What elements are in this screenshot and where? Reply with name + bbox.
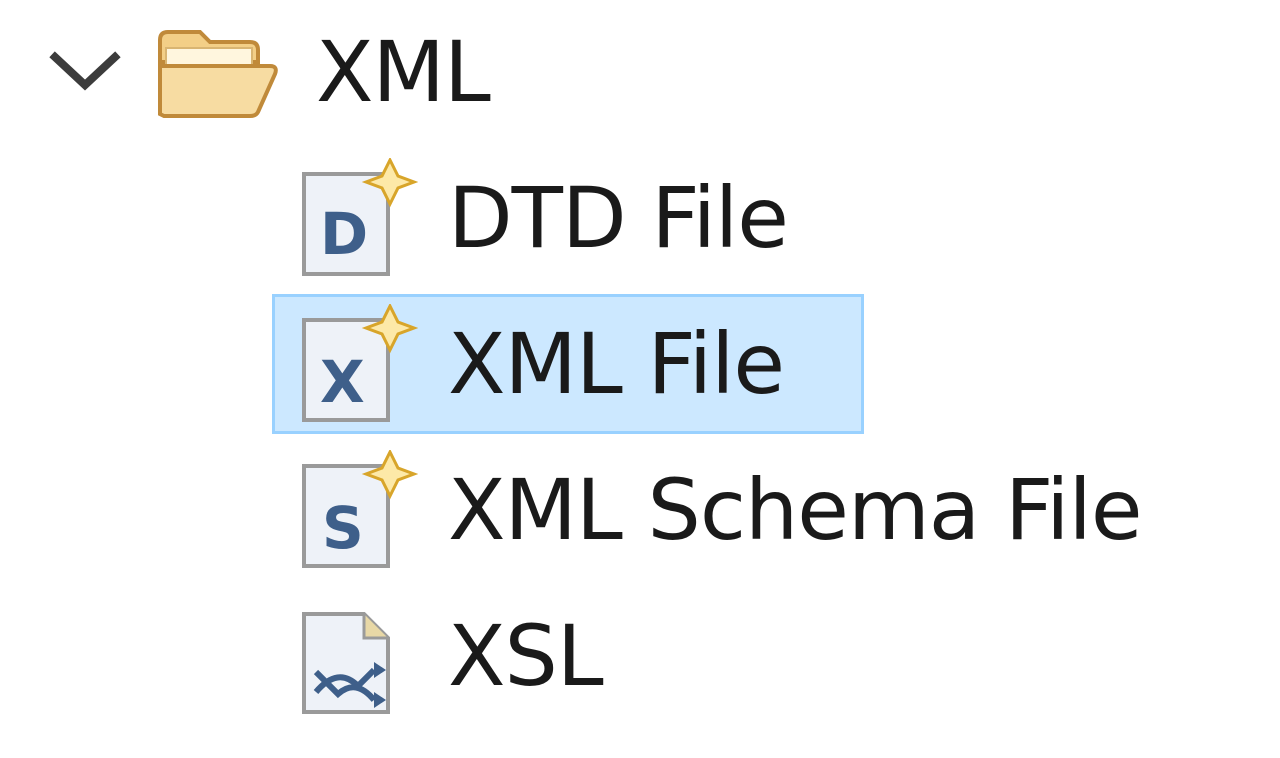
tree-item-xml-file[interactable]: X XML File bbox=[272, 294, 864, 434]
xml-schema-file-icon: S bbox=[298, 448, 419, 570]
svg-text:D: D bbox=[320, 200, 368, 268]
xsl-file-icon bbox=[298, 596, 418, 716]
xml-file-icon: X bbox=[298, 302, 419, 424]
svg-text:S: S bbox=[322, 494, 364, 562]
tree-item-label: XML File bbox=[448, 315, 785, 413]
svg-text:X: X bbox=[320, 348, 365, 416]
tree-folder-label: XML bbox=[316, 23, 491, 121]
chevron-down-icon[interactable] bbox=[40, 37, 130, 107]
tree-item-label: DTD File bbox=[448, 169, 789, 267]
tree-item-label: XML Schema File bbox=[448, 461, 1143, 559]
open-folder-icon bbox=[152, 22, 282, 122]
tree-item-dtd-file[interactable]: D DTD File bbox=[272, 148, 789, 288]
tree-item-xsl[interactable]: XSL bbox=[272, 586, 604, 726]
tree-item-xml-schema-file[interactable]: S XML Schema File bbox=[272, 440, 1143, 580]
tree-folder-xml[interactable]: XML bbox=[40, 14, 491, 130]
wizard-tree: XML D DTD File X XML File S XML Schema F… bbox=[0, 0, 1280, 758]
dtd-file-icon: D bbox=[298, 156, 419, 278]
tree-item-label: XSL bbox=[448, 607, 604, 705]
